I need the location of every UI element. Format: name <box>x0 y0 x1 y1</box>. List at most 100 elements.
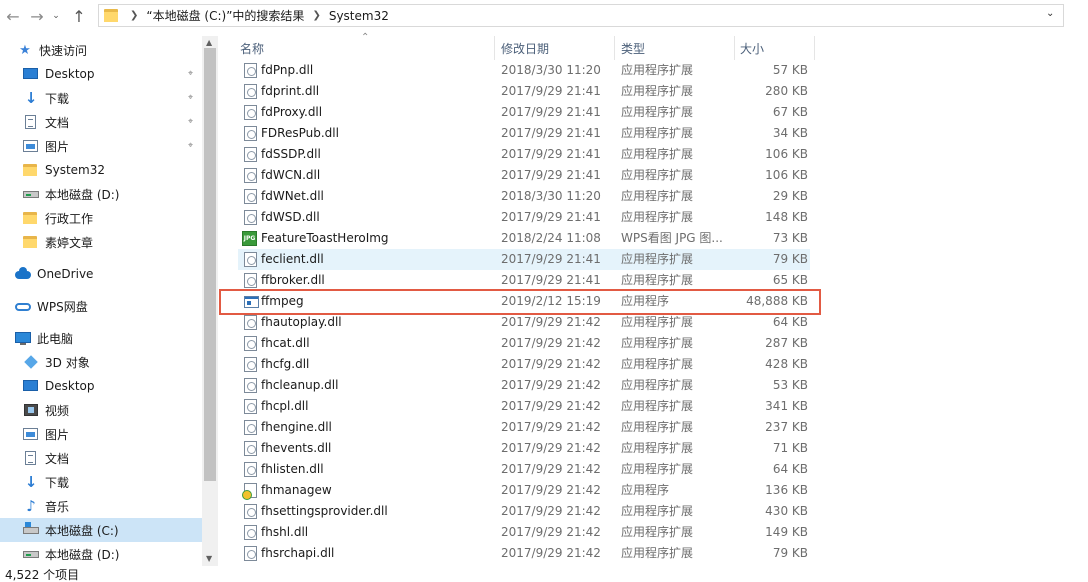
sidebar-item-label: 本地磁盘 (D:) <box>45 547 120 562</box>
drive-icon <box>22 186 40 202</box>
file-name: fhcpl.dll <box>261 399 309 413</box>
file-row[interactable]: fhautoplay.dll 2017/9/29 21:42 应用程序扩展 64 KB <box>238 312 810 333</box>
file-type: 应用程序扩展 <box>621 357 694 371</box>
sidebar-item[interactable]: ♪ 音乐 <box>0 494 202 518</box>
sidebar-item[interactable]: 此电脑 <box>0 326 202 350</box>
file-date: 2017/9/29 21:42 <box>501 525 601 539</box>
sidebar-item[interactable]: 图片 <box>0 422 202 446</box>
download-icon: ↓ <box>24 473 38 491</box>
file-row[interactable]: ffbroker.dll 2017/9/29 21:41 应用程序扩展 65 KB <box>238 270 810 291</box>
dll-file-icon <box>244 378 257 393</box>
file-row[interactable]: fdPnp.dll 2018/3/30 11:20 应用程序扩展 57 KB <box>238 60 810 81</box>
file-type: 应用程序扩展 <box>621 126 694 140</box>
file-row[interactable]: fhcpl.dll 2017/9/29 21:42 应用程序扩展 341 KB <box>238 396 810 417</box>
file-row[interactable]: feclient.dll 2017/9/29 21:41 应用程序扩展 79 KB <box>238 249 810 270</box>
sidebar-item[interactable]: 素婷文章 <box>0 230 202 254</box>
chevron-right-icon: ❯ <box>312 10 321 21</box>
sidebar-item[interactable]: Desktop <box>0 374 202 398</box>
dll-file-icon <box>244 315 257 330</box>
column-header-name[interactable]: 名称 <box>240 36 264 60</box>
file-size: 136 KB <box>765 483 808 497</box>
file-row[interactable]: fhevents.dll 2017/9/29 21:42 应用程序扩展 71 KB <box>238 438 810 459</box>
sidebar-item[interactable]: WPS网盘 <box>0 294 202 318</box>
file-row[interactable]: fhcat.dll 2017/9/29 21:42 应用程序扩展 287 KB <box>238 333 810 354</box>
sidebar-item-label: 本地磁盘 (D:) <box>45 187 120 202</box>
file-row[interactable]: fhcfg.dll 2017/9/29 21:42 应用程序扩展 428 KB <box>238 354 810 375</box>
sidebar-item[interactable]: ★ 快速访问 <box>0 38 202 62</box>
file-row[interactable]: fhengine.dll 2017/9/29 21:42 应用程序扩展 237 KB <box>238 417 810 438</box>
file-row[interactable]: JPG FeatureToastHeroImg 2018/2/24 11:08 WPS… <box>238 228 810 249</box>
file-row[interactable]: fhcleanup.dll 2017/9/29 21:42 应用程序扩展 53 KB <box>238 375 810 396</box>
address-dropdown-chevron-icon[interactable]: ⌄ <box>1046 8 1054 19</box>
file-row[interactable]: fdWNet.dll 2018/3/30 11:20 应用程序扩展 29 KB <box>238 186 810 207</box>
file-date: 2017/9/29 21:41 <box>501 210 601 224</box>
file-size: 106 KB <box>765 147 808 161</box>
folder-icon <box>22 210 40 226</box>
file-type: 应用程序扩展 <box>621 105 694 119</box>
sidebar-item[interactable]: 文档 ⌖ <box>0 110 202 134</box>
file-row[interactable]: FDResPub.dll 2017/9/29 21:41 应用程序扩展 34 KB <box>238 123 810 144</box>
file-size: 287 KB <box>765 336 808 350</box>
file-row[interactable]: fhmanagew 2017/9/29 21:42 应用程序 136 KB <box>238 480 810 501</box>
scroll-down-icon[interactable]: ▼ <box>206 554 212 563</box>
column-divider[interactable] <box>494 36 495 60</box>
file-date: 2017/9/29 21:42 <box>501 336 601 350</box>
cloud-icon <box>14 266 32 282</box>
pin-icon: ⌖ <box>188 141 194 151</box>
file-row[interactable]: fdprint.dll 2017/9/29 21:41 应用程序扩展 280 KB <box>238 81 810 102</box>
dll-file-icon <box>244 441 257 456</box>
sidebar-item[interactable]: 视频 <box>0 398 202 422</box>
sidebar-item-label: 行政工作 <box>45 211 94 226</box>
file-size: 149 KB <box>765 525 808 539</box>
sidebar-item[interactable]: ↓ 下载 <box>0 470 202 494</box>
address-field[interactable]: ❯ “本地磁盘 (C:)”中的搜索结果 ❯ System32 <box>98 4 1064 27</box>
up-button[interactable]: ↑ <box>67 4 91 28</box>
sidebar-item[interactable]: OneDrive <box>0 262 202 286</box>
arrow-left-icon: ← <box>6 6 20 26</box>
column-header-size[interactable]: 大小 <box>740 36 764 60</box>
sidebar-item[interactable]: 本地磁盘 (C:) <box>0 518 202 542</box>
file-name: ffbroker.dll <box>261 273 325 287</box>
file-row[interactable]: fhsrchapi.dll 2017/9/29 21:42 应用程序扩展 79 KB <box>238 543 810 564</box>
file-row[interactable]: fhshl.dll 2017/9/29 21:42 应用程序扩展 149 KB <box>238 522 810 543</box>
dll-file-icon <box>244 189 257 204</box>
sidebar-item[interactable]: 本地磁盘 (D:) <box>0 182 202 206</box>
sidebar-item[interactable]: 图片 ⌖ <box>0 134 202 158</box>
file-name: fhshl.dll <box>261 525 309 539</box>
sidebar-item[interactable]: 3D 对象 <box>0 350 202 374</box>
file-row[interactable]: fdProxy.dll 2017/9/29 21:41 应用程序扩展 67 KB <box>238 102 810 123</box>
sidebar-item[interactable]: Desktop ⌖ <box>0 62 202 86</box>
sidebar-item-label: 音乐 <box>45 499 70 514</box>
sidebar-item-label: 素婷文章 <box>45 235 94 250</box>
file-row[interactable]: fdWCN.dll 2017/9/29 21:41 应用程序扩展 106 KB <box>238 165 810 186</box>
file-size: 79 KB <box>772 252 808 266</box>
navigation-scrollbar[interactable]: ▲ ▼ <box>202 36 218 566</box>
recent-locations-button[interactable]: ⌄ <box>49 4 63 28</box>
scroll-up-icon[interactable]: ▲ <box>206 38 212 47</box>
file-size: 148 KB <box>765 210 808 224</box>
file-row[interactable]: fhlisten.dll 2017/9/29 21:42 应用程序扩展 64 KB <box>238 459 810 480</box>
sidebar-item[interactable]: 本地磁盘 (D:) <box>0 542 202 566</box>
file-row[interactable]: fdSSDP.dll 2017/9/29 21:41 应用程序扩展 106 KB <box>238 144 810 165</box>
file-type: WPS看图 JPG 图... <box>621 231 723 245</box>
file-size: 57 KB <box>772 63 808 77</box>
file-row[interactable]: fdWSD.dll 2017/9/29 21:41 应用程序扩展 148 KB <box>238 207 810 228</box>
file-row[interactable]: fhsettingsprovider.dll 2017/9/29 21:42 应用程… <box>238 501 810 522</box>
back-button[interactable]: ← <box>1 4 25 28</box>
breadcrumb-system32[interactable]: System32 <box>329 9 389 23</box>
column-divider[interactable] <box>814 36 815 60</box>
scrollbar-thumb[interactable] <box>204 48 216 481</box>
column-header-type[interactable]: 类型 <box>621 36 645 60</box>
sidebar-item[interactable]: System32 <box>0 158 202 182</box>
forward-button[interactable]: → <box>25 4 49 28</box>
sidebar-item[interactable]: 行政工作 <box>0 206 202 230</box>
computer-icon <box>14 330 32 346</box>
column-divider[interactable] <box>614 36 615 60</box>
breadcrumb-search-results[interactable]: “本地磁盘 (C:)”中的搜索结果 <box>146 7 304 24</box>
column-header-date[interactable]: 修改日期 <box>501 36 549 60</box>
sidebar-item[interactable]: ↓ 下载 ⌖ <box>0 86 202 110</box>
sidebar-item[interactable]: 文档 <box>0 446 202 470</box>
column-divider[interactable] <box>734 36 735 60</box>
highlight-box <box>219 289 821 315</box>
dll-file-icon <box>244 273 257 288</box>
